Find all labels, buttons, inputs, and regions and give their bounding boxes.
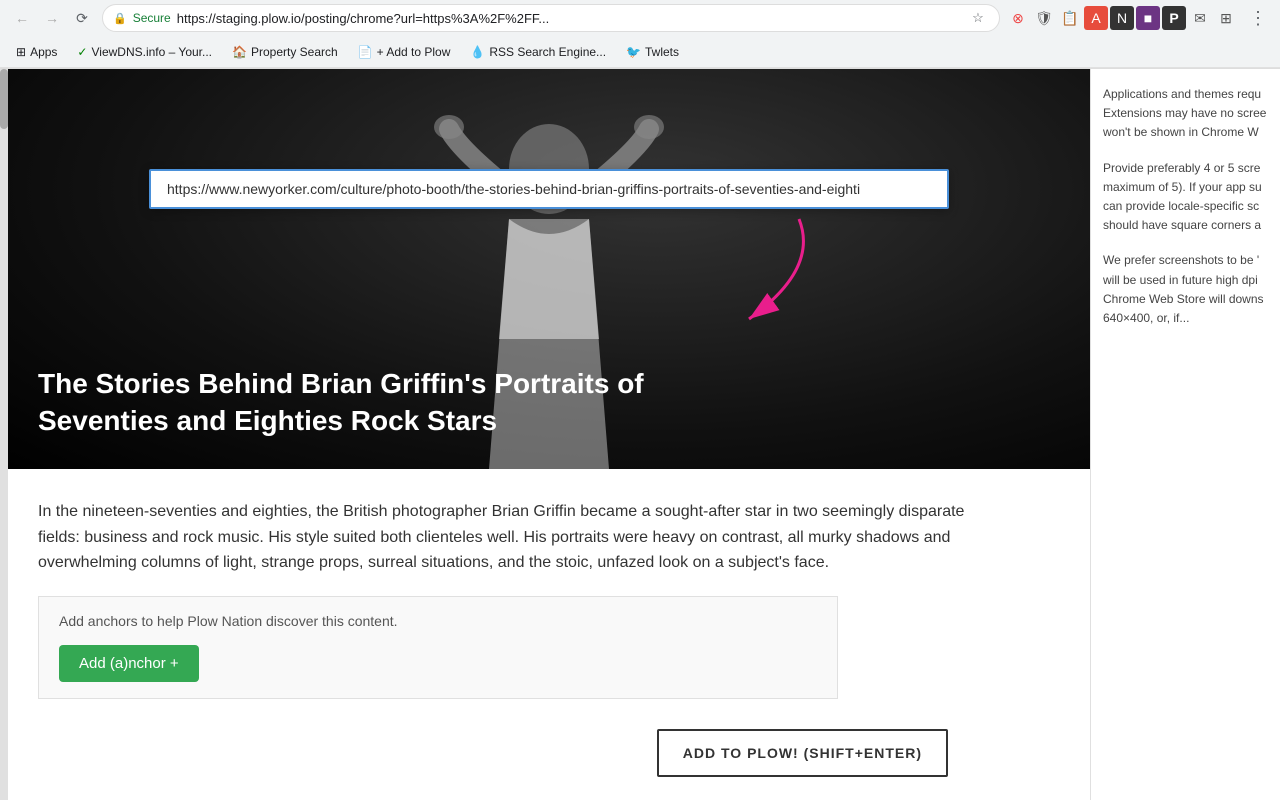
apps-grid-icon: ⊞ [16, 45, 26, 59]
document-icon: 📄 [358, 45, 373, 59]
bookmark-property-label: Property Search [251, 45, 338, 59]
rss-icon: 💧 [470, 45, 485, 59]
article-title: The Stories Behind Brian Griffin's Portr… [38, 366, 738, 439]
anchor-box: Add anchors to help Plow Nation discover… [38, 596, 838, 699]
extension-icon-4[interactable]: A [1084, 6, 1108, 30]
bookmark-star-button[interactable]: ☆ [967, 7, 989, 29]
bookmark-twlets-label: Twlets [645, 45, 679, 59]
extension-icon-2[interactable]: 🛡 [1032, 6, 1056, 30]
extension-icon-8[interactable]: ✉ [1188, 6, 1212, 30]
bookmark-rss-label: RSS Search Engine... [489, 45, 606, 59]
anchor-prompt-text: Add anchors to help Plow Nation discover… [59, 613, 817, 629]
house-icon: 🏠 [232, 45, 247, 59]
bookmark-plow-label: + Add to Plow [377, 45, 451, 59]
bookmark-property-search[interactable]: 🏠 Property Search [224, 42, 346, 62]
extension-icon-1[interactable]: ⊗ [1006, 6, 1030, 30]
bookmark-add-to-plow[interactable]: 📄 + Add to Plow [350, 42, 459, 62]
bookmark-viewdns[interactable]: ✓ ViewDNS.info – Your... [69, 42, 220, 62]
right-sidebar: Applications and themes requ Extensions … [1090, 69, 1280, 800]
extension-icon-5[interactable]: N [1110, 6, 1134, 30]
hero-text: The Stories Behind Brian Griffin's Portr… [8, 346, 768, 469]
article-body: In the nineteen-seventies and eighties, … [8, 469, 1008, 800]
article-paragraph: In the nineteen-seventies and eighties, … [38, 499, 978, 576]
scrollbar-thumb[interactable] [0, 69, 8, 129]
bookmark-apps[interactable]: ⊞ Apps [8, 42, 65, 62]
address-display: https://staging.plow.io/posting/chrome?u… [177, 11, 961, 26]
chrome-menu-button[interactable]: ⋮ [1244, 4, 1272, 32]
extension-icon-7[interactable]: P [1162, 6, 1186, 30]
forward-button[interactable]: → [38, 4, 66, 32]
twlets-icon: 🐦 [626, 45, 641, 59]
hero-section: The Stories Behind Brian Griffin's Portr… [8, 69, 1090, 469]
menu-dots-icon: ⋮ [1249, 8, 1267, 29]
forward-icon: → [45, 10, 59, 26]
reload-button[interactable]: ⟳ [68, 4, 96, 32]
bookmarks-bar: ⊞ Apps ✓ ViewDNS.info – Your... 🏠 Proper… [0, 36, 1280, 68]
add-to-plow-container: ADD TO PLOW! (SHIFT+ENTER) [38, 719, 978, 787]
lock-icon: 🔒 [113, 12, 127, 25]
article-url-input[interactable] [149, 169, 949, 209]
bookmark-apps-label: Apps [30, 45, 57, 59]
extension-icon-9[interactable]: ⊞ [1214, 6, 1238, 30]
address-bar[interactable]: 🔒 Secure https://staging.plow.io/posting… [102, 4, 1000, 32]
extension-icon-3[interactable]: 📋 [1058, 6, 1082, 30]
reload-icon: ⟳ [76, 10, 88, 27]
sidebar-block-3: We prefer screenshots to be ' will be us… [1103, 251, 1268, 328]
webpage-content: The Stories Behind Brian Griffin's Portr… [8, 69, 1090, 800]
sidebar-block-2: Provide preferably 4 or 5 scre maximum o… [1103, 159, 1268, 236]
extension-icon-6[interactable]: ■ [1136, 6, 1160, 30]
check-icon: ✓ [77, 45, 87, 59]
add-to-plow-button[interactable]: ADD TO PLOW! (SHIFT+ENTER) [657, 729, 948, 777]
add-anchor-button[interactable]: Add (a)nchor + [59, 645, 199, 682]
bookmark-twlets[interactable]: 🐦 Twlets [618, 42, 687, 62]
back-icon: ← [15, 10, 29, 26]
url-input-overlay [149, 169, 949, 209]
secure-label: Secure [133, 11, 171, 25]
back-button[interactable]: ← [8, 4, 36, 32]
bookmark-rss[interactable]: 💧 RSS Search Engine... [462, 42, 614, 62]
left-scrollbar[interactable] [0, 69, 8, 800]
sidebar-block-1: Applications and themes requ Extensions … [1103, 85, 1268, 143]
bookmark-viewdns-label: ViewDNS.info – Your... [91, 45, 212, 59]
